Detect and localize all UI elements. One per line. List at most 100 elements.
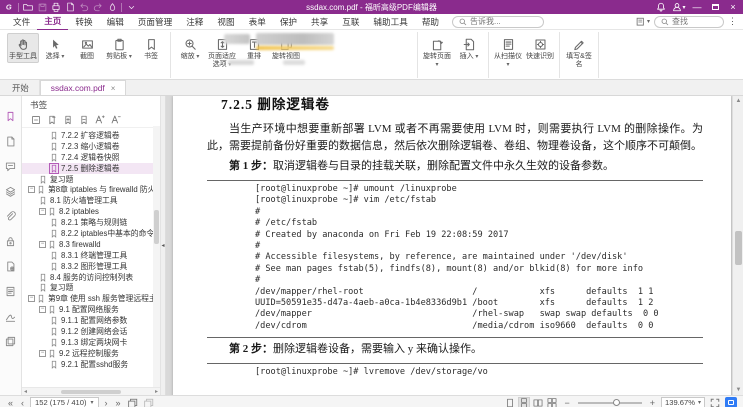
menu-tab-帮助[interactable]: 帮助 <box>415 14 446 30</box>
menu-tab-注释[interactable]: 注释 <box>179 14 210 30</box>
minimize-button[interactable]: — <box>689 1 705 14</box>
scroll-up-arrow[interactable]: ▲ <box>733 96 743 106</box>
split-window-icon[interactable] <box>143 397 155 407</box>
continuous-page-icon[interactable] <box>518 397 530 407</box>
pages-panel-icon[interactable] <box>4 135 17 148</box>
scrollbar-thumb[interactable] <box>61 390 121 394</box>
bookmark-item[interactable]: 9.1.3 绑定两块网卡 <box>22 337 160 348</box>
bookmark-item[interactable]: 8.3.2 图形管理工具 <box>22 261 160 272</box>
layers-panel-icon[interactable] <box>4 185 17 198</box>
menu-tab-表单[interactable]: 表单 <box>242 14 273 30</box>
bookmarks-horizontal-scrollbar[interactable]: ◂ ▸ <box>22 387 160 395</box>
bookmark-item[interactable]: −8.3 firewalld <box>22 239 160 250</box>
fields-panel-icon[interactable] <box>4 260 17 273</box>
menu-tab-共享[interactable]: 共享 <box>304 14 335 30</box>
menu-tab-编辑[interactable]: 编辑 <box>100 14 131 30</box>
collapse-node-icon[interactable]: − <box>39 208 46 215</box>
ribbon-button-bookmark[interactable]: 书签 <box>135 33 167 63</box>
ribbon-button-clipboard[interactable]: 剪贴板 ▾ <box>103 33 135 63</box>
font-increase-icon[interactable] <box>94 114 105 125</box>
find-input[interactable] <box>672 17 717 26</box>
print-icon[interactable] <box>51 2 61 12</box>
split-view-icon[interactable] <box>4 335 17 348</box>
bookmark-item[interactable]: 7.2.3 缩小逻辑卷 <box>22 141 160 152</box>
bookmarks-vertical-scrollbar[interactable] <box>153 126 160 387</box>
bookmark-item[interactable]: −8.2 iptables <box>22 206 160 217</box>
collapse-node-icon[interactable]: − <box>28 186 35 193</box>
menu-tab-页面管理[interactable]: 页面管理 <box>131 14 179 30</box>
find-box[interactable] <box>654 16 724 28</box>
bookmark-item[interactable]: 7.2.5 删除逻辑卷 <box>22 163 160 174</box>
scrollbar-thumb[interactable] <box>154 210 159 244</box>
notification-bell-icon[interactable] <box>653 1 669 14</box>
ribbon-button-ocr[interactable]: 快速识别 <box>524 33 556 63</box>
comments-panel-icon[interactable] <box>4 160 17 173</box>
font-decrease-icon[interactable] <box>110 114 121 125</box>
delete-bookmark-icon[interactable] <box>78 114 89 125</box>
document-tab-ssdax.com.pdf[interactable]: ssdax.com.pdf× <box>40 80 127 95</box>
ribbon-button-snapshot[interactable]: 截图 <box>71 33 103 63</box>
undo-icon[interactable] <box>79 2 89 12</box>
ink-pen-icon[interactable] <box>107 2 117 12</box>
bookmark-item[interactable]: 8.3.1 终端管理工具 <box>22 250 160 261</box>
bookmark-item[interactable]: 8.1 防火墙管理工具 <box>22 195 160 206</box>
redo-icon[interactable] <box>93 2 103 12</box>
scroll-down-arrow[interactable]: ▼ <box>733 385 743 395</box>
attachments-panel-icon[interactable] <box>4 210 17 223</box>
bookmark-item[interactable]: 9.2.1 配置sshd服务 <box>22 359 160 370</box>
menu-tab-辅助工具[interactable]: 辅助工具 <box>366 14 414 30</box>
add-bookmark-icon[interactable] <box>46 114 57 125</box>
ribbon-button-hand[interactable]: 手型工具 <box>7 33 39 63</box>
open-folder-icon[interactable] <box>23 2 33 12</box>
collapse-node-icon[interactable]: − <box>39 306 46 313</box>
scroll-right-arrow[interactable]: ▸ <box>155 388 158 395</box>
next-page-button[interactable]: › <box>103 397 110 407</box>
single-page-icon[interactable] <box>504 397 516 407</box>
menu-tab-文件[interactable]: 文件 <box>6 14 37 30</box>
security-panel-icon[interactable] <box>4 235 17 248</box>
zoom-out-button[interactable]: − <box>562 397 571 407</box>
close-tab-icon[interactable]: × <box>111 84 116 93</box>
collapse-node-icon[interactable]: − <box>39 241 46 248</box>
scroll-left-arrow[interactable]: ◂ <box>24 388 27 395</box>
bookmark-item[interactable]: 8.2.1 策略与规则链 <box>22 217 160 228</box>
bookmark-item[interactable]: −9.2 远程控制服务 <box>22 348 160 359</box>
assistant-icon[interactable] <box>725 397 737 407</box>
bookmark-item[interactable]: 9.1.1 配置网络参数 <box>22 315 160 326</box>
scrollbar-thumb[interactable] <box>735 231 742 265</box>
collapse-node-icon[interactable]: − <box>28 295 35 302</box>
signature-panel-icon[interactable] <box>4 310 17 323</box>
bookmark-item[interactable]: −9.1 配置网络服务 <box>22 304 160 315</box>
close-button[interactable]: × <box>725 1 741 14</box>
bookmark-item[interactable]: −第8章 iptables 与 firewalld 防火墙 <box>22 184 160 195</box>
articles-panel-icon[interactable] <box>4 285 17 298</box>
find-options-icon[interactable]: ▾ <box>636 17 650 27</box>
document-vertical-scrollbar[interactable]: ▲ ▼ <box>732 96 743 395</box>
menu-tab-主页[interactable]: 主页 <box>37 13 68 31</box>
zoom-level-combo[interactable]: 139.67% ▾ <box>661 397 705 407</box>
more-options-icon[interactable]: ⋮ <box>728 16 737 27</box>
bookmark-item[interactable]: 9.1.2 创建网络会话 <box>22 326 160 337</box>
bookmark-item[interactable]: −第9章 使用 ssh 服务管理远程主机 <box>22 293 160 304</box>
zoom-in-button[interactable]: + <box>648 397 657 407</box>
tellme-input[interactable] <box>470 17 537 26</box>
bookmark-item[interactable]: 8.2.2 iptables中基本的命令 <box>22 228 160 239</box>
bookmark-panel-icon[interactable] <box>4 110 17 123</box>
first-page-button[interactable]: « <box>6 397 15 407</box>
facing-page-icon[interactable] <box>532 397 544 407</box>
bookmark-item[interactable]: 7.2.2 扩容逻辑卷 <box>22 130 160 141</box>
page-number-combo[interactable]: 152 (175 / 410) ▾ <box>30 397 99 407</box>
bookmark-item[interactable]: 7.2.4 逻辑卷快照 <box>22 152 160 163</box>
continuous-facing-icon[interactable] <box>546 397 558 407</box>
collapse-panel-icon[interactable]: ◂ <box>161 242 164 249</box>
tellme-search[interactable] <box>452 16 544 28</box>
save-icon[interactable] <box>37 2 47 12</box>
zoom-slider[interactable] <box>578 402 642 404</box>
new-window-icon[interactable] <box>127 397 139 407</box>
ribbon-button-insert-page[interactable]: 插入 ▾ <box>453 33 485 63</box>
restore-button[interactable] <box>707 1 723 14</box>
account-icon[interactable]: ▾ <box>671 1 687 14</box>
new-document-icon[interactable] <box>65 2 75 12</box>
bookmark-item[interactable]: 8.4 服务的访问控制列表 <box>22 272 160 283</box>
menu-tab-视图[interactable]: 视图 <box>210 14 241 30</box>
